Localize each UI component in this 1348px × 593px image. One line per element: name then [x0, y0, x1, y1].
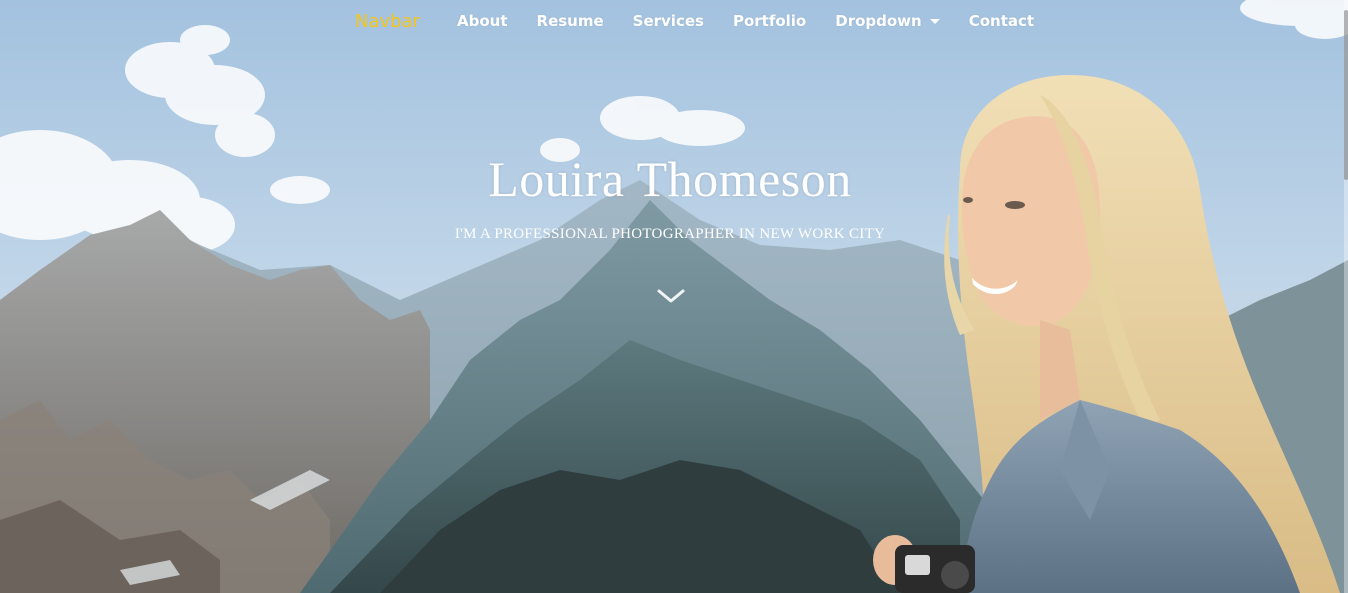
nav-item-dropdown: Dropdown [835, 12, 940, 31]
hero-subtitle: I'M A PROFESSIONAL PHOTOGRAPHER IN NEW W… [454, 226, 886, 242]
nav-item-services: Services [633, 12, 704, 31]
nav-link-resume[interactable]: Resume [537, 12, 604, 30]
nav-item-contact: Contact [969, 12, 1034, 31]
navbar-brand[interactable]: Navbar [355, 11, 420, 32]
nav-link-portfolio[interactable]: Portfolio [733, 12, 806, 30]
nav-item-about: About [457, 12, 508, 31]
hero-section: Navbar About Resume Services Portfolio D… [0, 0, 1348, 593]
nav-dropdown-label: Dropdown [835, 12, 922, 30]
nav-link-services[interactable]: Services [633, 12, 704, 30]
top-navbar: Navbar About Resume Services Portfolio D… [0, 0, 1348, 44]
caret-down-icon [929, 19, 940, 24]
nav-link-contact[interactable]: Contact [969, 12, 1034, 30]
hero-text: Louira Thomeson I'M A PROFESSIONAL PHOTO… [0, 150, 1340, 243]
nav-links: About Resume Services Portfolio Dropdown… [457, 12, 1063, 31]
hero-title: Louira Thomeson [488, 151, 852, 207]
nav-item-portfolio: Portfolio [733, 12, 806, 31]
nav-item-resume: Resume [537, 12, 604, 31]
nav-link-dropdown[interactable]: Dropdown [835, 12, 940, 30]
chevron-down-icon[interactable] [655, 286, 687, 306]
nav-link-about[interactable]: About [457, 12, 508, 30]
